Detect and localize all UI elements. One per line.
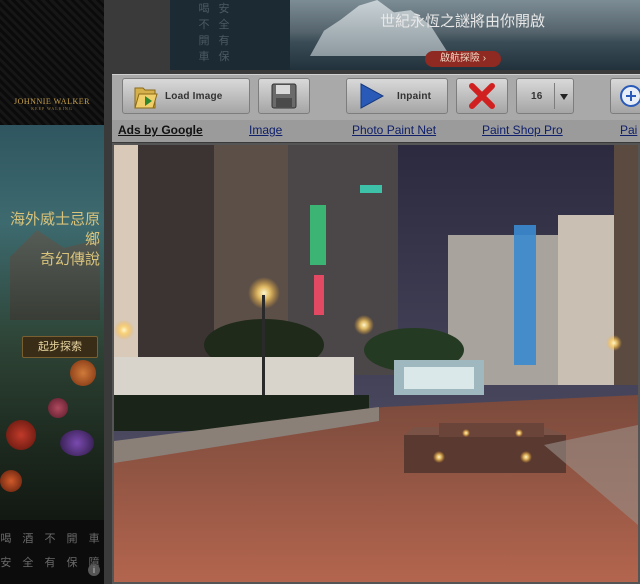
ad-link-pai[interactable]: Pai bbox=[620, 123, 637, 137]
floppy-disk-icon bbox=[271, 83, 297, 109]
ad-link-paint-shop-pro[interactable]: Paint Shop Pro bbox=[482, 123, 563, 137]
ad-flower-decoration bbox=[48, 398, 68, 418]
ads-by-google-link[interactable]: Ads by Google bbox=[118, 123, 203, 137]
zoom-in-button[interactable] bbox=[610, 78, 640, 114]
ad-flower-decoration bbox=[70, 360, 96, 386]
zoom-in-icon bbox=[620, 85, 640, 107]
cancel-button[interactable] bbox=[456, 78, 508, 114]
save-button[interactable] bbox=[258, 78, 310, 114]
inpaint-label: Inpaint bbox=[397, 90, 432, 102]
load-image-button[interactable]: Load Image bbox=[122, 78, 250, 114]
play-icon bbox=[360, 83, 385, 109]
ad-explore-button[interactable]: 啟航探險 › bbox=[425, 51, 501, 67]
ad-headline: 海外威士忌原鄉 奇幻傳說 bbox=[9, 212, 100, 268]
ad-slogan: 喝 酒 不 開 車 bbox=[0, 533, 104, 545]
folder-open-icon bbox=[134, 87, 158, 109]
ad-flower-decoration bbox=[0, 470, 22, 492]
chevron-down-icon bbox=[560, 94, 568, 100]
ad-tagline: 世紀永恆之謎將由你開啟 bbox=[380, 14, 546, 30]
ad-link-image[interactable]: Image bbox=[249, 123, 282, 137]
loaded-photo bbox=[114, 145, 638, 582]
ad-flower-decoration bbox=[6, 420, 36, 450]
ad-links-bar: Ads by Google Image Photo Paint Net Pain… bbox=[112, 120, 640, 142]
left-skyscraper-ad[interactable]: JOHNNIE WALKER KEEP WALKING 海外威士忌原鄉 奇幻傳說… bbox=[0, 0, 104, 584]
close-icon bbox=[469, 83, 495, 109]
dropdown-divider bbox=[554, 83, 555, 109]
inpaint-button[interactable]: Inpaint bbox=[346, 78, 448, 114]
brush-size-value: 16 bbox=[531, 90, 543, 102]
brush-size-select[interactable]: 16 bbox=[516, 78, 574, 114]
load-image-label: Load Image bbox=[165, 90, 223, 102]
ad-vertical-text: 喝 不 開 車 安 全 有 保 bbox=[198, 3, 230, 63]
top-banner-ad[interactable]: 喝 不 開 車 安 全 有 保 世紀永恆之謎將由你開啟 啟航探險 › bbox=[170, 0, 640, 70]
ad-flower-decoration bbox=[60, 430, 94, 456]
ad-info-icon[interactable]: i bbox=[88, 564, 100, 576]
ad-brand-logo: JOHNNIE WALKER KEEP WALKING bbox=[14, 97, 90, 111]
ad-link-photo-paint-net[interactable]: Photo Paint Net bbox=[352, 123, 436, 137]
image-canvas[interactable] bbox=[112, 143, 640, 584]
ad-cta-button[interactable]: 起步探索 bbox=[22, 336, 98, 358]
ad-scene-image bbox=[0, 125, 104, 520]
toolbar: Load Image Inpaint 16 bbox=[112, 74, 640, 121]
